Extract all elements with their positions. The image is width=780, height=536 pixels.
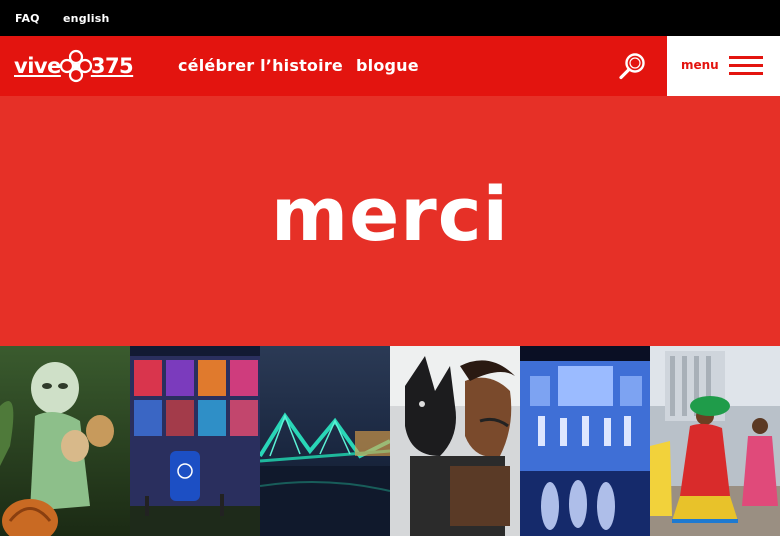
logo-word-vive: vive (14, 53, 61, 78)
main-navbar: vive 375 célébrer l’histoire blogue (0, 36, 780, 96)
illuminated-building-photo[interactable] (130, 346, 260, 536)
parade-dancers-photo[interactable] (650, 346, 780, 536)
hero-banner: merci (0, 96, 780, 346)
lit-bridge-photo[interactable] (260, 346, 390, 536)
projection-show-photo[interactable] (520, 346, 650, 536)
faq-link[interactable]: FAQ (15, 12, 40, 25)
page-title: merci (270, 172, 510, 258)
search-icon (619, 53, 645, 80)
menu-label: menu (681, 58, 719, 72)
site-logo[interactable]: vive 375 (14, 49, 134, 83)
nav-link-blogue[interactable]: blogue (356, 56, 419, 75)
menu-button[interactable]: menu (667, 36, 780, 96)
language-link[interactable]: english (63, 12, 110, 25)
puppet-dog-performer-photo[interactable] (390, 346, 520, 536)
photo-gallery (0, 346, 780, 536)
search-button[interactable] (617, 51, 647, 81)
lantern-figures-photo[interactable] (0, 346, 130, 536)
top-bar: FAQ english (0, 0, 780, 36)
nav-link-celebrer-histoire[interactable]: célébrer l’histoire (178, 56, 343, 75)
hamburger-icon (729, 56, 763, 76)
montreal-flower-icon (59, 49, 92, 83)
logo-word-375: 375 (90, 53, 134, 78)
